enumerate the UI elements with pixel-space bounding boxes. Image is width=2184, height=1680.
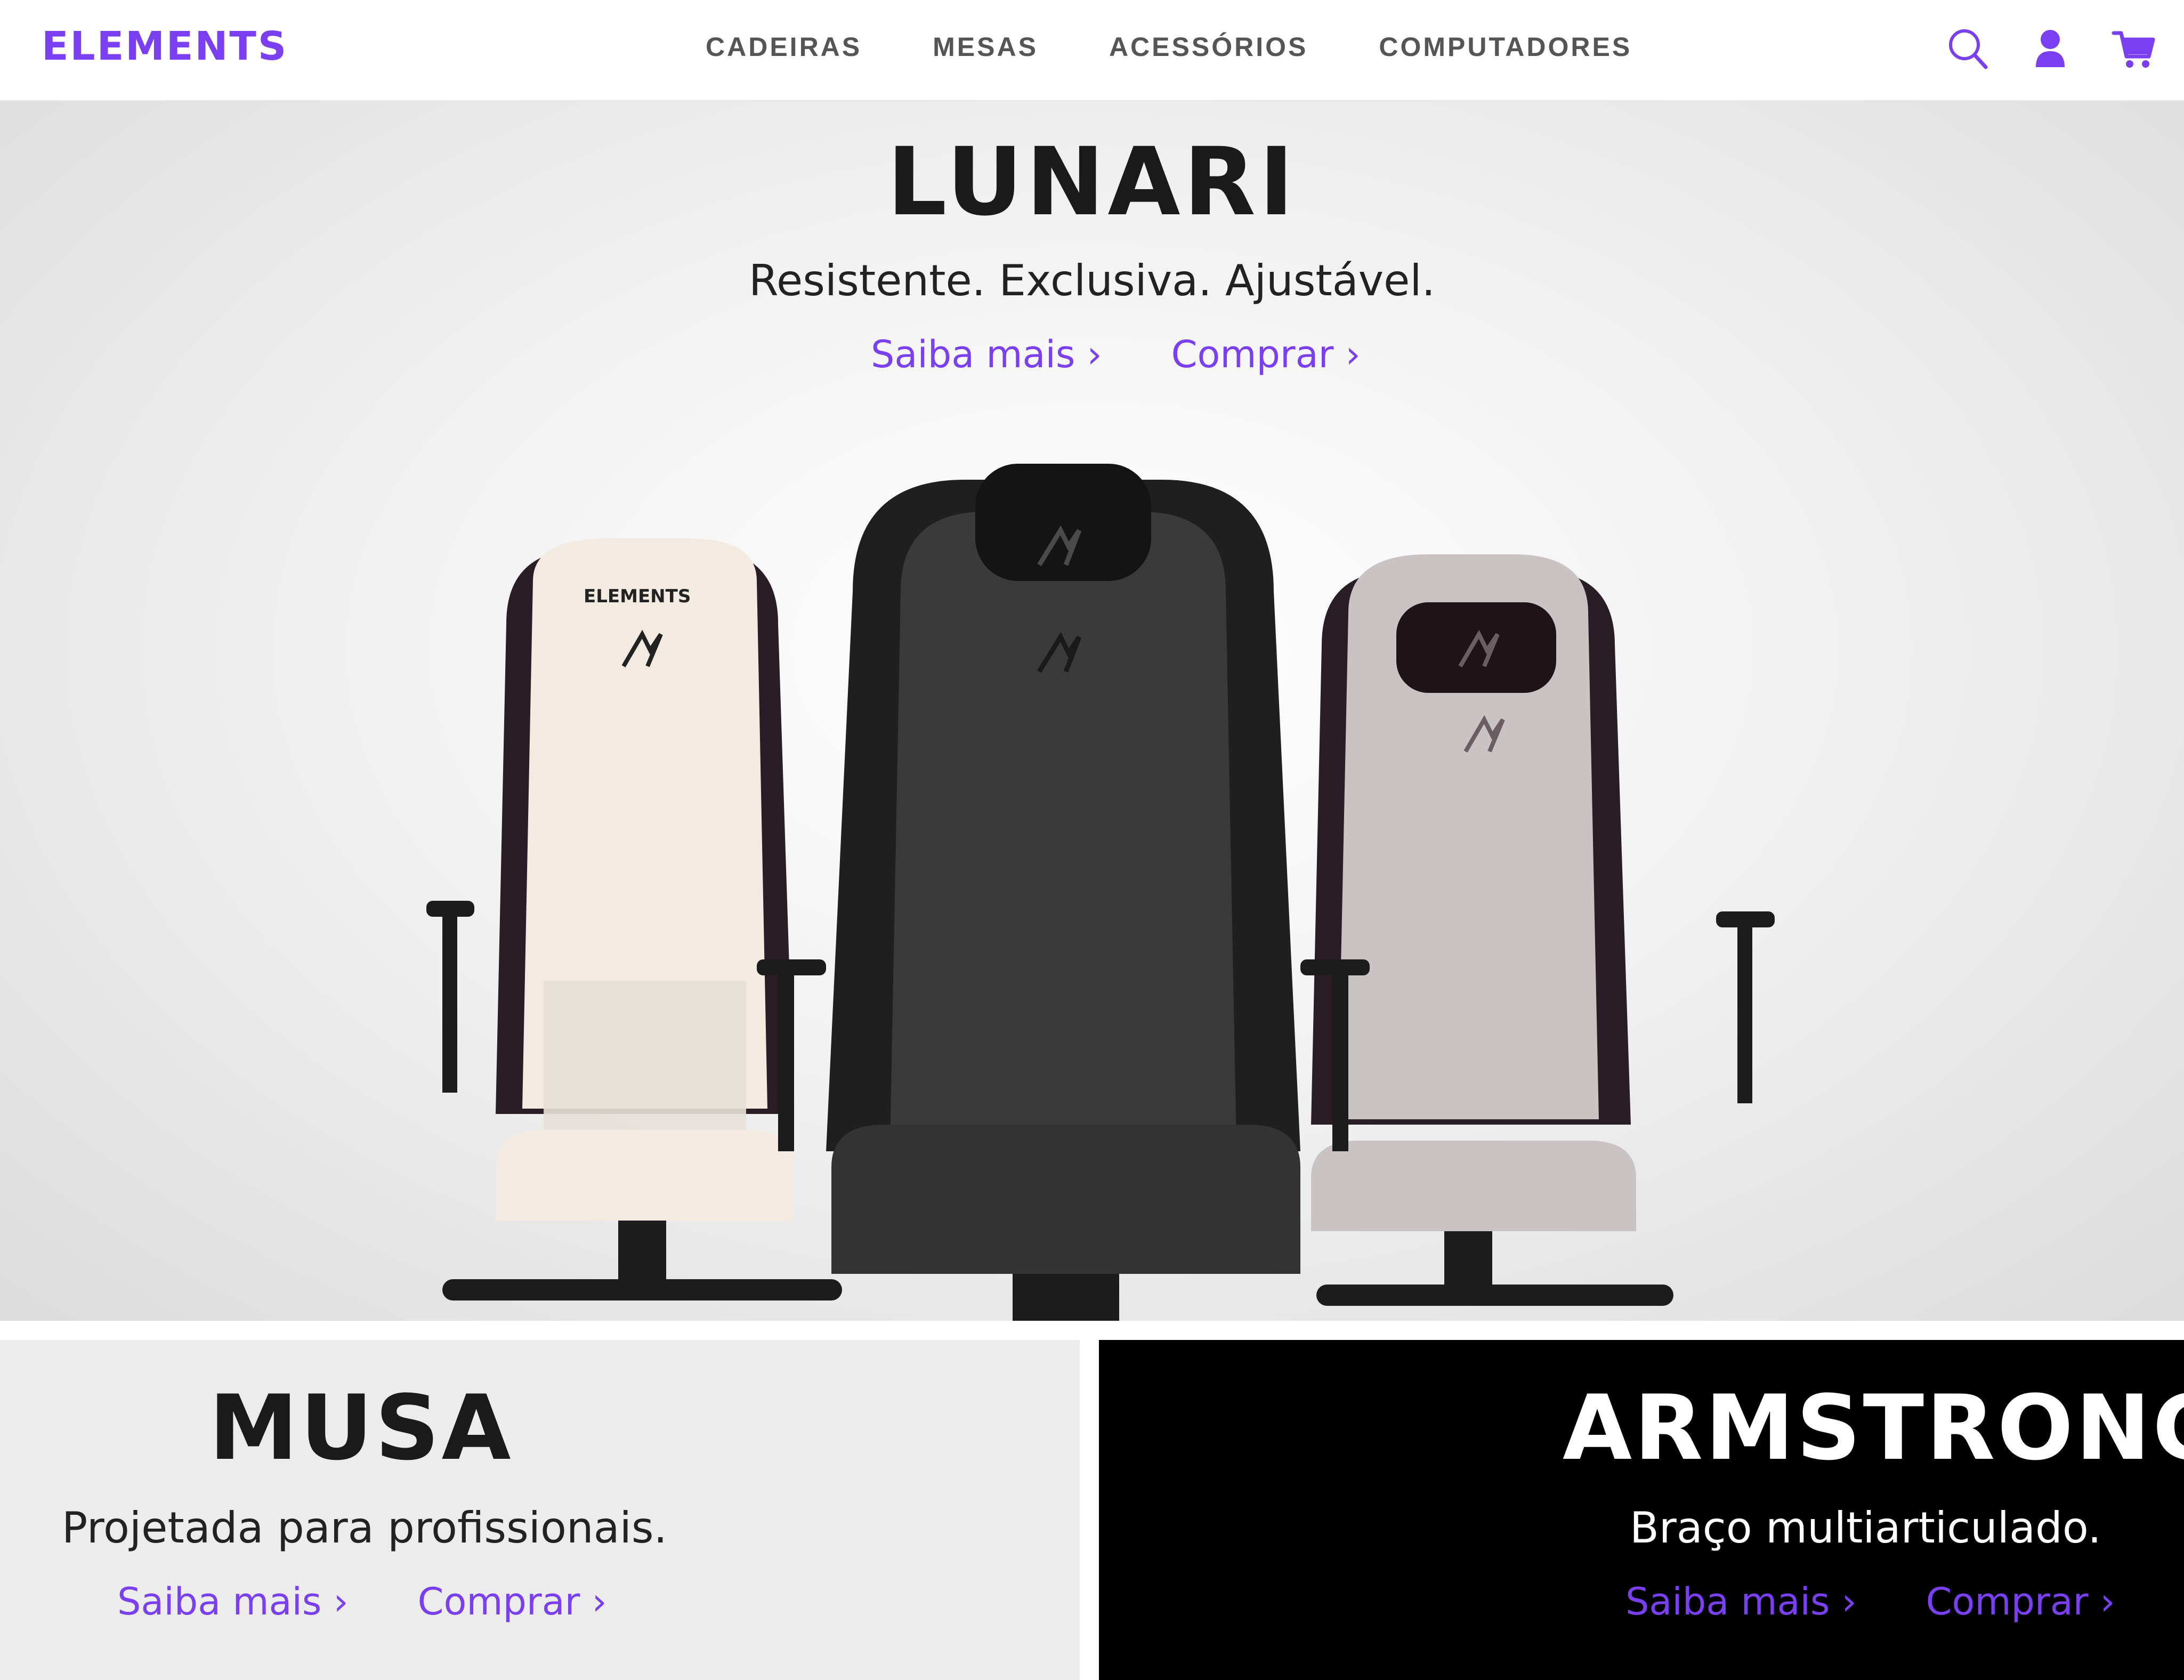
nav-item-computadores[interactable]: COMPUTADORES: [1379, 30, 1632, 64]
panel-musa-links: Saiba mais › Comprar ›: [117, 1580, 607, 1624]
hero-buy-link[interactable]: Comprar ›: [1171, 333, 1361, 376]
panel-armstrong-links: Saiba mais › Comprar ›: [1625, 1580, 2115, 1624]
hero-title: LUNARI: [887, 127, 1297, 237]
header-actions: [1945, 23, 2155, 72]
armstrong-buy-link[interactable]: Comprar ›: [1926, 1580, 2115, 1624]
musa-buy-link[interactable]: Comprar ›: [418, 1580, 607, 1624]
cart-icon[interactable]: [2112, 23, 2155, 72]
brand-logo[interactable]: ELEMENTS: [42, 23, 288, 69]
hero-links: Saiba mais › Comprar ›: [871, 333, 1361, 376]
panel-musa-subtitle: Projetada para profissionais.: [62, 1503, 667, 1553]
panel-musa: MUSA Projetada para profissionais. Saiba…: [0, 1340, 1080, 1680]
hero-lunari: LUNARI Resistente. Exclusiva. Ajustável.…: [0, 101, 2184, 1321]
panel-musa-title: MUSA: [209, 1376, 513, 1480]
panel-armstrong: ARMSTRONG Braço multiarticulado. Saiba m…: [1099, 1340, 2184, 1680]
panel-armstrong-title: ARMSTRONG: [1563, 1376, 2184, 1480]
panel-armstrong-subtitle: Braço multiarticulado.: [1630, 1503, 2101, 1553]
top-navigation-bar: ELEMENTS CADEIRAS MESAS ACESSÓRIOS COMPU…: [0, 0, 2184, 101]
nav-item-cadeiras[interactable]: CADEIRAS: [706, 30, 862, 64]
lunari-chairs-image: ELEMENTS: [426, 464, 1775, 1321]
nav-item-mesas[interactable]: MESAS: [933, 30, 1038, 64]
search-icon[interactable]: [1945, 23, 1989, 72]
main-nav: CADEIRAS MESAS ACESSÓRIOS COMPUTADORES: [706, 30, 1632, 64]
musa-learn-more-link[interactable]: Saiba mais ›: [117, 1580, 349, 1624]
grey-chair: [1311, 554, 1775, 1306]
armstrong-learn-more-link[interactable]: Saiba mais ›: [1625, 1580, 1857, 1624]
cream-chair: ELEMENTS: [426, 538, 842, 1301]
nav-item-acessorios[interactable]: ACESSÓRIOS: [1109, 30, 1308, 64]
account-icon[interactable]: [2028, 23, 2072, 72]
black-chair: [757, 464, 1370, 1321]
hero-subtitle: Resistente. Exclusiva. Ajustável.: [748, 256, 1435, 305]
hero-learn-more-link[interactable]: Saiba mais ›: [871, 333, 1102, 376]
chair-backrest-label: ELEMENTS: [584, 586, 691, 607]
